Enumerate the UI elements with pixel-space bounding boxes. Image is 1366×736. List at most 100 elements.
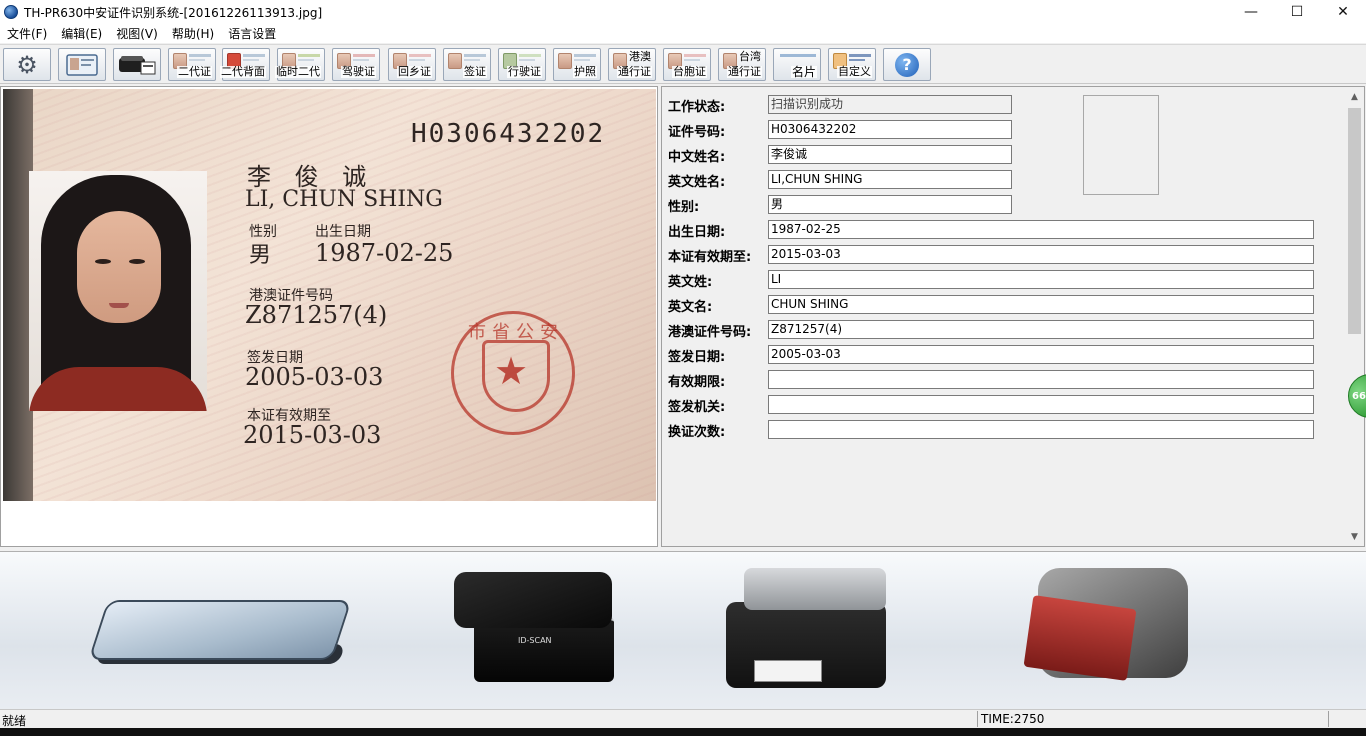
expiry-field[interactable]: 2015-03-03 <box>768 245 1314 264</box>
menu-language[interactable]: 语言设置 <box>221 25 283 42</box>
name-cn-field[interactable]: 李俊诚 <box>768 145 1012 164</box>
birth-date-field[interactable]: 1987-02-25 <box>768 220 1314 239</box>
toolbar-button-label: 通行证 <box>617 65 652 78</box>
menu-help[interactable]: 帮助(H) <box>165 25 221 42</box>
field-label-issuing-authority: 签发机关: <box>668 400 726 415</box>
status-bar: 就绪 TIME:2750 <box>0 709 1366 728</box>
toolbar-button-label-top: 港澳 <box>629 50 651 63</box>
field-label-surname-en: 英文姓: <box>668 275 713 290</box>
toolbar-button-passport[interactable]: 护照 <box>553 48 601 81</box>
minimize-button[interactable]: — <box>1228 0 1274 24</box>
field-label-name-cn: 中文姓名: <box>668 150 726 165</box>
menu-edit[interactable]: 编辑(E) <box>54 25 109 42</box>
renewal-count-field[interactable] <box>768 420 1314 439</box>
given-name-en-field[interactable]: CHUN SHING <box>768 295 1314 314</box>
card-expiry-value: 2015-03-03 <box>243 421 382 449</box>
toolbar-button-temp-id[interactable]: 临时二代 <box>275 48 325 81</box>
surname-en-field[interactable]: LI <box>768 270 1314 289</box>
field-label-sex: 性别: <box>668 200 700 215</box>
status-time: TIME:2750 <box>981 712 1045 726</box>
toolbar-button-label: 通行证 <box>727 65 762 78</box>
form-scrollbar[interactable]: ▲ ▼ <box>1346 88 1363 545</box>
field-label-name-en: 英文姓名: <box>668 175 726 190</box>
toolbar-button-hkmo-permit[interactable]: 港澳 通行证 <box>608 48 656 81</box>
toolbar-button-custom[interactable]: 自定义 <box>828 48 876 81</box>
toolbar-button-id2[interactable]: 二代证 <box>168 48 216 81</box>
scroll-down-icon[interactable]: ▼ <box>1346 528 1363 545</box>
toolbar-button-label: 行驶证 <box>507 65 542 78</box>
scan-image-pane: H0306432202 李 俊 诚 LI, CHUN SHING 性别 出生日期… <box>0 86 658 547</box>
official-seal-stamp: 市省公安 ★ <box>451 311 575 435</box>
scan-card-icon <box>66 53 98 76</box>
toolbar-button-taiwan-compatriot[interactable]: 台胞证 <box>663 48 711 81</box>
toolbar-button-label: 驾驶证 <box>341 65 376 78</box>
menu-bar: 文件(F) 编辑(E) 视图(V) 帮助(H) 语言设置 <box>0 24 1366 43</box>
field-label-renewal-count: 换证次数: <box>668 425 726 440</box>
toolbar-button-label: 护照 <box>573 65 597 78</box>
reader-device-icon <box>119 55 156 74</box>
toolbar-button-label: 临时二代 <box>275 65 321 78</box>
validity-field[interactable] <box>768 370 1314 389</box>
field-label-doc-number: 证件号码: <box>668 125 726 140</box>
toolbar-button-label: 台胞证 <box>672 65 707 78</box>
scanned-card-image: H0306432202 李 俊 诚 LI, CHUN SHING 性别 出生日期… <box>3 89 656 501</box>
field-label-expiry: 本证有效期至: <box>668 250 752 265</box>
toolbar-button-label: 自定义 <box>837 65 872 78</box>
head-photo-box <box>1083 95 1159 195</box>
toolbar-button-visa[interactable]: 签证 <box>443 48 491 81</box>
help-icon: ? <box>895 52 919 77</box>
toolbar-button-taiwan-permit[interactable]: 台湾 通行证 <box>718 48 766 81</box>
toolbar: ⚙ 二代证 二代背面 临时二代 驾驶证 回乡证 签证 行驶证 护照 港澳 通行证… <box>0 44 1366 84</box>
card-sex-value: 男 <box>249 243 272 268</box>
app-logo-icon <box>4 5 18 19</box>
menu-view[interactable]: 视图(V) <box>109 25 165 42</box>
maximize-button[interactable]: ☐ <box>1274 0 1320 24</box>
product-banner: ID-SCAN <box>0 551 1366 709</box>
toolbar-button-label: 二代背面 <box>220 65 266 78</box>
toolbar-button-driver-license[interactable]: 驾驶证 <box>332 48 380 81</box>
toolbar-button-id2-back[interactable]: 二代背面 <box>220 48 270 81</box>
stamp-text: 市省公安 <box>468 322 564 343</box>
sex-field[interactable]: 男 <box>768 195 1012 214</box>
field-label-hkmo-number: 港澳证件号码: <box>668 325 752 340</box>
toolbar-button-label-top: 台湾 <box>739 50 761 63</box>
field-label-given-name-en: 英文名: <box>668 300 713 315</box>
card-name-en: LI, CHUN SHING <box>245 187 443 212</box>
reader-brand-text: ID-SCAN <box>518 636 552 645</box>
card-issue-value: 2005-03-03 <box>245 363 384 391</box>
name-en-field[interactable]: LI,CHUN SHING <box>768 170 1012 189</box>
doc-number-field[interactable]: H0306432202 <box>768 120 1012 139</box>
flatbed-scanner-image <box>88 600 352 674</box>
card-hkmo-no-value: Z871257(4) <box>245 301 388 329</box>
device-button[interactable] <box>113 48 161 81</box>
scroll-up-icon[interactable]: ▲ <box>1346 88 1363 105</box>
toolbar-button-label: 名片 <box>790 65 817 79</box>
issuing-authority-field[interactable] <box>768 395 1314 414</box>
toolbar-button-home-return[interactable]: 回乡证 <box>388 48 436 81</box>
toolbar-button-label: 回乡证 <box>397 65 432 78</box>
title-bar: TH-PR630中安证件识别系统-[20161226113913.jpg] — … <box>0 0 1366 24</box>
toolbar-button-vehicle-license[interactable]: 行驶证 <box>498 48 546 81</box>
passport-reader-image <box>1023 568 1188 692</box>
toolbar-button-label: 二代证 <box>177 65 212 78</box>
window-title: TH-PR630中安证件识别系统-[20161226113913.jpg] <box>24 5 323 20</box>
menu-file[interactable]: 文件(F) <box>0 25 54 42</box>
hkmo-number-field[interactable]: Z871257(4) <box>768 320 1314 339</box>
field-label-validity: 有效期限: <box>668 375 726 390</box>
card-doc-number: H0306432202 <box>411 119 606 149</box>
field-label-birth-date: 出生日期: <box>668 225 726 240</box>
card-portrait <box>29 171 207 411</box>
issue-date-field[interactable]: 2005-03-03 <box>768 345 1314 364</box>
close-button[interactable]: ✕ <box>1320 0 1366 24</box>
gear-icon: ⚙ <box>16 50 38 79</box>
scroll-thumb[interactable] <box>1348 108 1361 334</box>
help-button[interactable]: ? <box>883 48 931 81</box>
field-label-issue-date: 签发日期: <box>668 350 726 365</box>
settings-button[interactable]: ⚙ <box>3 48 51 81</box>
scan-button[interactable] <box>58 48 106 81</box>
star-icon: ★ <box>494 349 529 393</box>
field-label-status: 工作状态: <box>668 100 726 115</box>
card-birth-label: 出生日期 <box>315 224 371 240</box>
toolbar-button-name-card[interactable]: 名片 <box>773 48 821 81</box>
taskbar <box>0 728 1366 736</box>
